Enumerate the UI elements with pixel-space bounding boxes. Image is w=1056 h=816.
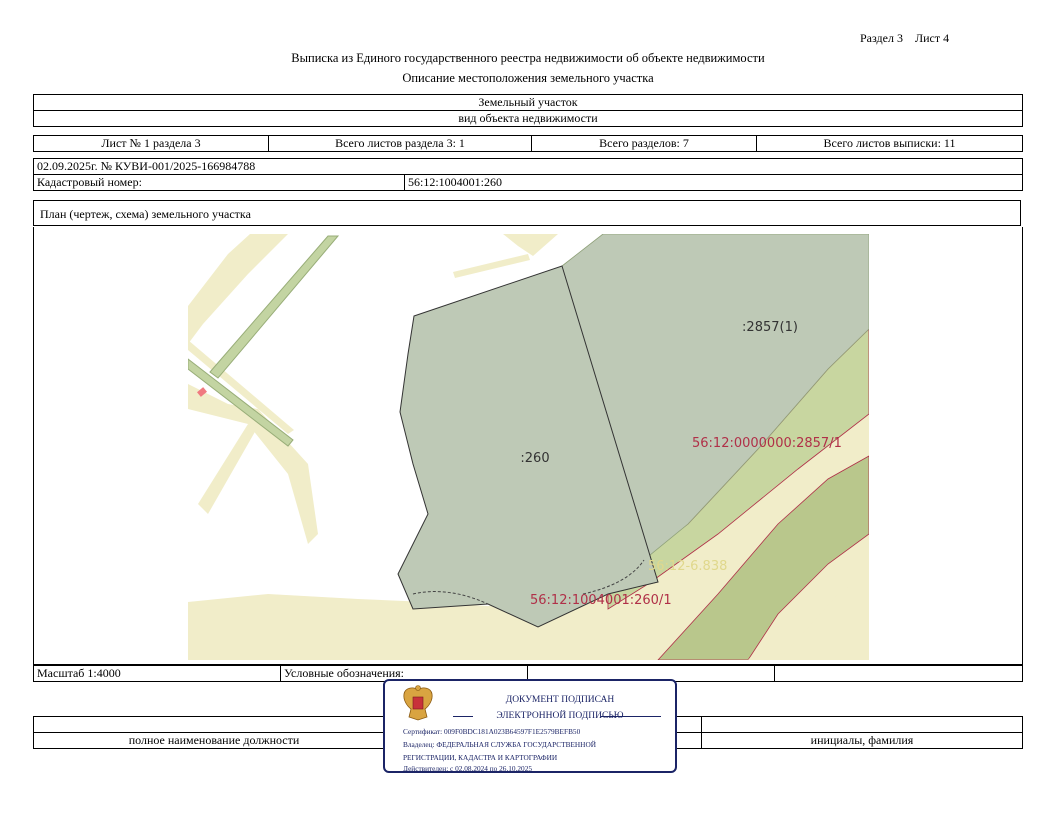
e-signature-stamp: ДОКУМЕНТ ПОДПИСАН ЭЛЕКТРОННОЙ ПОДПИСЬЮ С…: [383, 679, 677, 773]
label-zone-parcel: 56:12:1004001:260/1: [530, 593, 672, 608]
stamp-owner-2: РЕГИСТРАЦИИ, КАДАСТРА И КАРТОГРАФИИ: [403, 753, 558, 762]
date-number: 02.09.2025г. № КУВИ-001/2025-166984788: [33, 158, 1023, 175]
object-type-caption: вид объекта недвижимости: [33, 110, 1023, 127]
map-svg: :260 :2857(1) 56:12:0000000:2857/1 56:12…: [188, 234, 869, 660]
label-parcel: :260: [520, 451, 549, 466]
cadastral-value: 56:12:1004001:260: [404, 174, 1023, 191]
stamp-valid: Действителен: с 02.08.2024 по 26.10.2025: [403, 764, 532, 773]
stamp-certificate: Сертификат: 009F0BDC181A023B64597F1E2579…: [403, 727, 581, 736]
total-sections: Всего разделов: 7: [531, 135, 757, 152]
label-zone-small: 56:12-6.838: [648, 559, 727, 574]
cadastral-label: Кадастровый номер:: [33, 174, 405, 191]
scale: Масштаб 1:4000: [33, 665, 281, 682]
stamp-owner-1: Владелец: ФЕДЕРАЛЬНАЯ СЛУЖБА ГОСУДАРСТВЕ…: [403, 740, 596, 749]
section-sheet-header: Раздел 3 Лист 4: [860, 31, 980, 46]
stamp-line-1: ДОКУМЕНТ ПОДПИСАН: [505, 695, 615, 705]
sheets-table: Лист № 1 раздела 3 Всего листов раздела …: [33, 135, 1023, 152]
sheet-number: Лист 4: [914, 31, 950, 45]
coat-of-arms-icon: [403, 685, 433, 721]
record-table: 02.09.2025г. № КУВИ-001/2025-166984788 К…: [33, 158, 1023, 191]
total-sheets-section: Всего листов раздела 3: 1: [268, 135, 532, 152]
legend-cell-empty-2: [774, 665, 1023, 682]
object-type-table: Земельный участок вид объекта недвижимос…: [33, 94, 1023, 127]
sheet-of-section: Лист № 1 раздела 3: [33, 135, 269, 152]
cadastral-map: :260 :2857(1) 56:12:0000000:2857/1 56:12…: [188, 234, 869, 660]
position-cell: [33, 716, 395, 733]
document-subtitle: Описание местоположения земельного участ…: [402, 71, 654, 85]
document-title: Выписка из Единого государственного реес…: [291, 51, 765, 65]
label-zone-big: 56:12:0000000:2857/1: [692, 436, 842, 451]
total-sheets-extract: Всего листов выписки: 11: [756, 135, 1023, 152]
object-type: Земельный участок: [33, 94, 1023, 111]
position-caption: полное наименование должности: [33, 732, 395, 749]
name-cell: [701, 716, 1023, 733]
plan-title: План (чертеж, схема) земельного участка: [33, 200, 1021, 226]
stamp-line-2: ЭЛЕКТРОННОЙ ПОДПИСЬЮ: [496, 711, 624, 721]
section-number: Раздел 3: [860, 31, 903, 45]
label-neighbor: :2857(1): [742, 320, 798, 335]
name-caption: инициалы, фамилия: [701, 732, 1023, 749]
